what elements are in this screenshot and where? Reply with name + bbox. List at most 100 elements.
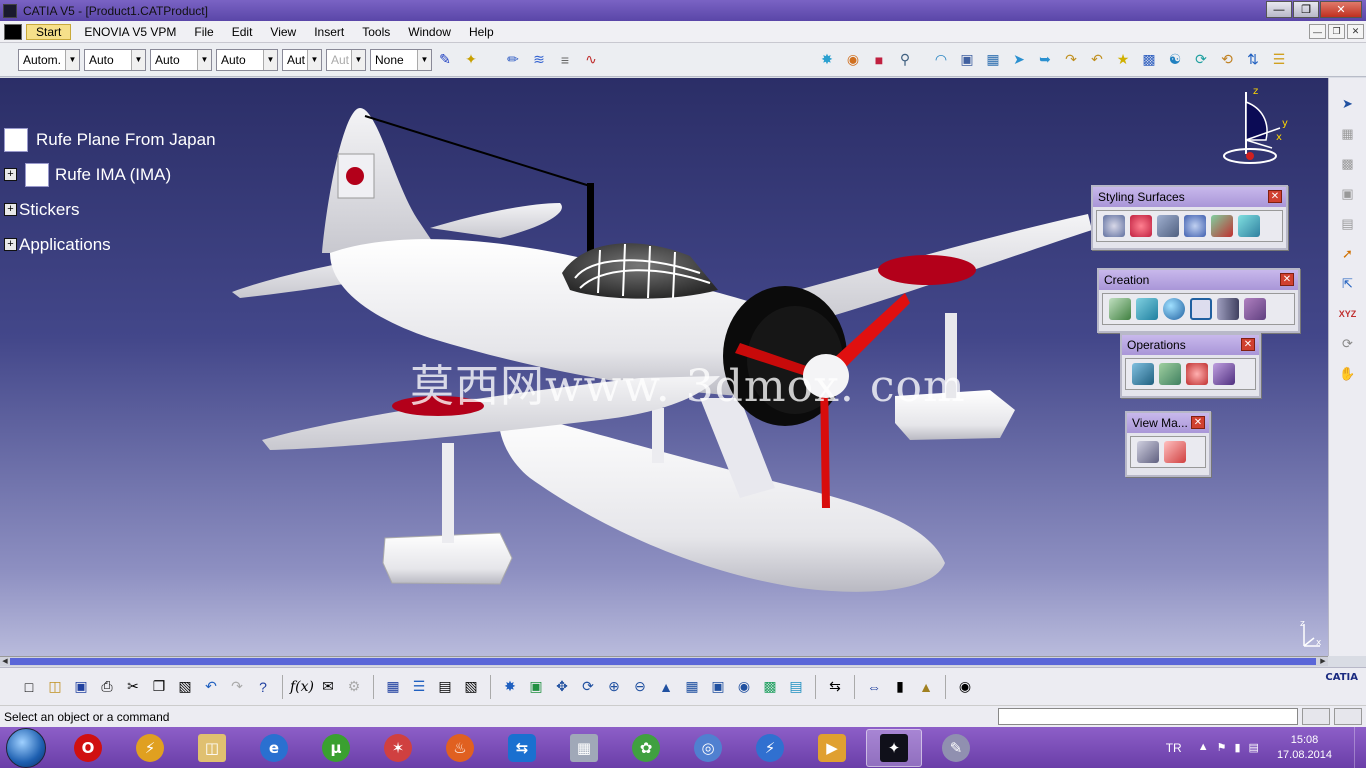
taskbar-ie[interactable]: e (246, 729, 302, 767)
section-view-icon[interactable] (1164, 441, 1186, 463)
box-surface-icon[interactable] (1238, 215, 1260, 237)
taskbar-utorrent[interactable]: µ (308, 729, 364, 767)
operations-toolbar[interactable]: Operations ✕ (1120, 333, 1261, 398)
multibox-icon[interactable]: ▦ (982, 49, 1004, 71)
command-history-button[interactable] (1302, 708, 1330, 725)
box-icon[interactable]: ▣ (956, 49, 978, 71)
constraints-icon[interactable]: ▣ (1336, 182, 1360, 206)
layers-icon[interactable]: ☰ (1268, 49, 1290, 71)
distance-icon[interactable]: ⇔ (863, 676, 885, 698)
fit-all-icon[interactable]: ➤ (1336, 92, 1360, 116)
doc-close-button[interactable]: ✕ (1347, 24, 1364, 39)
close-icon[interactable]: ✕ (1191, 416, 1205, 429)
xyz-icon[interactable]: XYZ (1336, 302, 1360, 326)
tree-icon[interactable]: ☰ (408, 676, 430, 698)
print-icon[interactable]: ⎙ (96, 676, 118, 698)
rotate-view-icon[interactable]: ⟳ (577, 676, 599, 698)
rectangle-icon[interactable] (1190, 298, 1212, 320)
normal-view-icon[interactable]: ▲ (655, 676, 677, 698)
tree-root-label[interactable]: Rufe Plane From Japan (36, 130, 216, 150)
sketch-icon[interactable]: ▦ (1336, 122, 1360, 146)
tree-item-label[interactable]: Applications (19, 235, 111, 255)
update-icon[interactable]: ⟳ (1336, 332, 1360, 356)
menu-help[interactable]: Help (460, 25, 503, 39)
measure-icon[interactable]: ⇆ (824, 676, 846, 698)
menu-file[interactable]: File (185, 25, 222, 39)
close-icon[interactable]: ✕ (1241, 338, 1255, 351)
rotate-icon[interactable]: ⟲ (1216, 49, 1238, 71)
hand-icon[interactable]: ✋ (1336, 362, 1360, 386)
expand-icon[interactable]: + (4, 238, 17, 251)
doc-restore-button[interactable]: ❐ (1328, 24, 1345, 39)
menu-enovia[interactable]: ENOVIA V5 VPM (75, 25, 185, 39)
color-combo[interactable]: Autom. ▼ (18, 48, 80, 71)
zoom-in-icon[interactable]: ⊕ (603, 676, 625, 698)
pattern-icon[interactable] (1186, 363, 1208, 385)
copy-icon[interactable]: ❐ (148, 676, 170, 698)
fill-icon[interactable]: ➥ (1034, 49, 1056, 71)
fly-mode-icon[interactable]: ✸ (499, 676, 521, 698)
product-structure-icon[interactable]: ▧ (460, 676, 482, 698)
point-type-combo[interactable]: Aut ▼ (282, 48, 322, 71)
expand-icon[interactable]: + (4, 203, 17, 216)
tray-expand-icon[interactable]: ▲ (1198, 741, 1209, 754)
taskbar-app-bolt[interactable]: ⚡ (742, 729, 798, 767)
close-button[interactable]: ✕ (1320, 1, 1362, 18)
revolve-icon[interactable] (1217, 298, 1239, 320)
taskbar-app-pinwheel[interactable]: ✶ (370, 729, 426, 767)
sweep-icon[interactable]: ➤ (1008, 49, 1030, 71)
swap-space-icon[interactable]: ▤ (785, 676, 807, 698)
symmetry-icon[interactable]: ⇅ (1242, 49, 1264, 71)
wireframe-icon[interactable]: ≋ (528, 49, 550, 71)
multi-view-icon[interactable]: ▦ (681, 676, 703, 698)
redo-icon[interactable]: ↷ (226, 676, 248, 698)
command-options-button[interactable] (1334, 708, 1362, 725)
scroll-right-icon[interactable]: ▶ (1318, 657, 1328, 666)
whats-this-icon[interactable]: ? (252, 676, 274, 698)
open-folder-icon[interactable]: ◫ (44, 676, 66, 698)
clock[interactable]: 15:08 17.08.2014 (1277, 733, 1332, 763)
menu-edit[interactable]: Edit (223, 25, 262, 39)
minimize-button[interactable]: — (1266, 1, 1292, 18)
horizontal-scrollbar[interactable]: ◀ ▶ (0, 656, 1328, 666)
cut-icon[interactable]: ✂ (122, 676, 144, 698)
power-icon[interactable]: ▮ (1234, 741, 1240, 754)
select-arrow-icon[interactable]: ➚ (1336, 242, 1360, 266)
styling-surfaces-toolbar[interactable]: Styling Surfaces ✕ (1091, 185, 1288, 250)
curve-icon[interactable]: ∿ (580, 49, 602, 71)
tree-item[interactable]: + Rufe IMA (IMA) (4, 157, 216, 192)
doc-minimize-button[interactable]: — (1309, 24, 1326, 39)
render-style-icon[interactable]: ◉ (733, 676, 755, 698)
sphere-icon[interactable] (1163, 298, 1185, 320)
knowledge-icon[interactable]: ⚙ (343, 676, 365, 698)
blend-surface-icon[interactable] (1157, 215, 1179, 237)
spheres-icon[interactable] (1103, 215, 1125, 237)
paste-icon[interactable]: ▧ (174, 676, 196, 698)
fillet-icon[interactable]: ↷ (1060, 49, 1082, 71)
rendering-style-combo[interactable]: Aut ▼ (326, 48, 366, 71)
line-thickness-combo[interactable]: Auto ▼ (150, 48, 212, 71)
taskbar-paint[interactable]: ✎ (928, 729, 984, 767)
taskbar-teamviewer[interactable]: ⇆ (494, 729, 550, 767)
trim-icon[interactable]: ★ (1112, 49, 1134, 71)
tree-item[interactable]: + Stickers (4, 192, 216, 227)
zoom-out-icon[interactable]: ⊖ (629, 676, 651, 698)
bottle-icon[interactable]: ▲ (915, 676, 937, 698)
catalog-icon[interactable]: ▤ (434, 676, 456, 698)
new-file-icon[interactable]: □ (18, 676, 40, 698)
view-manipulation-toolbar[interactable]: View Ma... ✕ (1125, 411, 1211, 477)
translate-icon[interactable]: ⟳ (1190, 49, 1212, 71)
join-icon[interactable]: ☯ (1164, 49, 1186, 71)
eye-icon[interactable] (1137, 441, 1159, 463)
net-surface-icon[interactable] (1184, 215, 1206, 237)
camera-icon[interactable]: ◉ (954, 676, 976, 698)
comment-icon[interactable]: ✉ (317, 676, 339, 698)
command-input[interactable] (998, 708, 1298, 725)
catia-app-icon[interactable] (3, 3, 17, 18)
transparency-combo[interactable]: Auto ▼ (84, 48, 146, 71)
grid-icon[interactable]: ▩ (1138, 49, 1160, 71)
menu-window[interactable]: Window (399, 25, 460, 39)
show-desktop-button[interactable] (1354, 727, 1366, 768)
extrude-icon[interactable]: ◠ (930, 49, 952, 71)
close-icon[interactable]: ✕ (1268, 190, 1282, 203)
